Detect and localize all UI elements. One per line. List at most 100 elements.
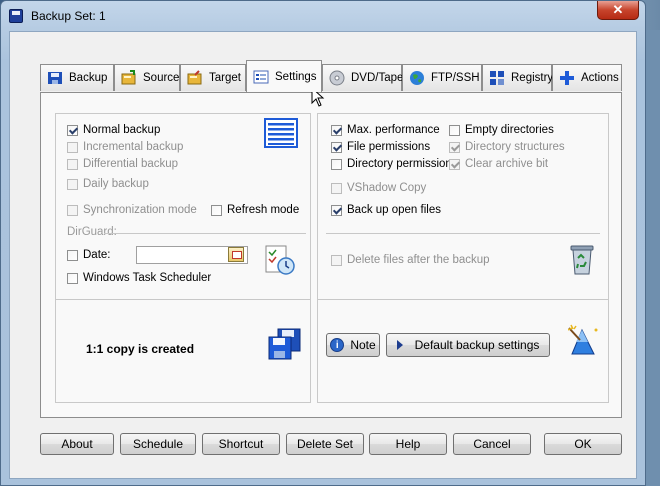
tab-label: Backup [69, 72, 108, 84]
normal-backup-checkbox[interactable]: Normal backup [67, 124, 160, 136]
checkbox-label: Directory permissions [347, 158, 458, 170]
left-divider [56, 299, 310, 300]
checkbox-label: Windows Task Scheduler [83, 272, 212, 284]
schedule-button[interactable]: Schedule [120, 433, 196, 455]
vshadow-copy-checkbox[interactable]: VShadow Copy [331, 182, 426, 194]
windows-task-scheduler-checkbox[interactable]: Windows Task Scheduler [67, 272, 211, 284]
directory-permissions-checkbox[interactable]: Directory permissions [331, 158, 458, 170]
ok-button[interactable]: OK [544, 433, 622, 455]
backup-set-window: Backup Set: 1 ✕ Backup Source Target Set… [0, 0, 646, 486]
checkbox-label: File permissions [347, 141, 431, 153]
backup-mode-list-icon [264, 118, 298, 151]
tab-settings[interactable]: Settings [246, 60, 322, 92]
info-icon: i [330, 338, 345, 352]
checkbox-box [331, 204, 342, 216]
checkbox-label: Daily backup [83, 178, 149, 190]
window-title: Backup Set: 1 [31, 9, 106, 23]
checkbox-box [67, 204, 78, 216]
delete-set-button[interactable]: Delete Set [286, 433, 364, 455]
checkbox-label: Differential backup [83, 158, 179, 170]
plus-icon [559, 70, 575, 86]
checkbox-box [331, 141, 342, 153]
calendar-icon[interactable] [228, 247, 244, 262]
help-button[interactable]: Help [369, 433, 447, 455]
empty-directories-checkbox[interactable]: Empty directories [449, 124, 554, 136]
incremental-backup-checkbox[interactable]: Incremental backup [67, 141, 183, 153]
tab-label: Target [209, 72, 241, 84]
tab-ftp-ssh[interactable]: FTP/SSH [402, 64, 482, 91]
registry-icon [489, 70, 505, 86]
dvd-icon [329, 70, 345, 86]
right-divider-bottom [318, 299, 608, 300]
checkbox-box [331, 254, 342, 266]
dirguard-label: DirGuard: [67, 226, 117, 238]
tab-backup[interactable]: Backup [40, 64, 114, 91]
checkbox-box [67, 158, 78, 170]
checkbox-box [67, 178, 78, 190]
clear-archive-bit-checkbox[interactable]: Clear archive bit [449, 158, 548, 170]
max-performance-checkbox[interactable]: Max. performance [331, 124, 440, 136]
checkbox-label: Empty directories [465, 124, 554, 136]
tab-label: Settings [275, 70, 317, 83]
refresh-mode-checkbox[interactable]: Refresh mode [211, 204, 299, 216]
dirguard-divider [104, 233, 306, 234]
target-icon [187, 70, 203, 86]
differential-backup-checkbox[interactable]: Differential backup [67, 158, 178, 170]
cancel-button[interactable]: Cancel [453, 433, 531, 455]
floppy-disk-icon [9, 9, 23, 23]
settings-icon [253, 69, 269, 85]
back-up-open-files-checkbox[interactable]: Back up open files [331, 204, 441, 216]
checkbox-label: Incremental backup [83, 141, 184, 153]
button-label: Default backup settings [414, 338, 540, 352]
checkbox-label: VShadow Copy [347, 182, 427, 194]
default-backup-settings-button[interactable]: Default backup settings [386, 333, 550, 357]
checkbox-label: Delete files after the backup [347, 254, 490, 266]
checkbox-box [67, 141, 78, 153]
play-arrow-icon [396, 340, 403, 350]
button-label: Note [350, 338, 376, 352]
file-permissions-checkbox[interactable]: File permissions [331, 141, 430, 153]
globe-icon [409, 70, 425, 86]
checkbox-label: Max. performance [347, 124, 440, 136]
copy-status-text: 1:1 copy is created [86, 342, 195, 356]
settings-tab-panel: Normal backup Incremental backup Differe… [40, 92, 622, 418]
backup-icon [47, 70, 63, 86]
checkbox-label: Normal backup [83, 124, 161, 136]
tab-label: Source [143, 72, 180, 84]
shortcut-button[interactable]: Shortcut [202, 433, 280, 455]
backup-mode-group: Normal backup Incremental backup Differe… [55, 113, 311, 403]
tab-actions[interactable]: Actions [552, 64, 622, 91]
checkbox-box [67, 249, 78, 261]
close-button[interactable]: ✕ [597, 1, 639, 20]
checkbox-label: Refresh mode [227, 204, 300, 216]
checkbox-label: Synchronization mode [83, 204, 197, 216]
tab-source[interactable]: Source [114, 64, 180, 91]
checkbox-label: Clear archive bit [465, 158, 549, 170]
tab-label: Registry [511, 72, 554, 84]
checkbox-box [67, 124, 78, 136]
checkbox-box [449, 141, 460, 153]
tab-label: FTP/SSH [431, 72, 480, 84]
synchronization-mode-checkbox[interactable]: Synchronization mode [67, 204, 197, 216]
source-icon [121, 70, 137, 86]
directory-structures-checkbox[interactable]: Directory structures [449, 141, 565, 153]
checkbox-box [67, 272, 78, 284]
checkbox-box [449, 158, 460, 170]
about-button[interactable]: About [40, 433, 114, 455]
title-bar[interactable]: Backup Set: 1 ✕ [1, 1, 645, 31]
date-checkbox[interactable]: Date: [67, 249, 111, 261]
tab-label: DVD/Tape [351, 72, 404, 84]
scheduler-clock-icon [264, 244, 296, 279]
backup-options-group: Max. performance File permissions Direct… [317, 113, 609, 403]
checkbox-label: Date: [83, 249, 111, 261]
multi-floppy-icon [268, 328, 302, 363]
checkbox-box [331, 158, 342, 170]
tab-registry[interactable]: Registry [482, 64, 554, 91]
daily-backup-checkbox[interactable]: Daily backup [67, 178, 149, 190]
tab-dvd-tape[interactable]: DVD/Tape [322, 64, 404, 91]
checkbox-box [331, 182, 342, 194]
tab-target[interactable]: Target [180, 64, 246, 91]
delete-files-after-backup-checkbox[interactable]: Delete files after the backup [331, 254, 490, 266]
recycle-bin-icon [568, 244, 596, 279]
note-button[interactable]: i Note [326, 333, 380, 357]
